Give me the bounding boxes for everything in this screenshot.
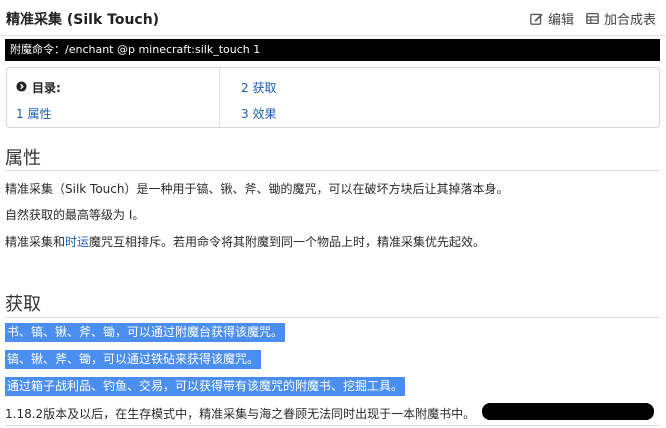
paragraph-exclusivity: 精准采集和时运魔咒互相排斥。若用命令将其附魔到同一个物品上时，精准采集优先起效。 — [5, 233, 485, 250]
paragraph-max-level: 自然获取的最高等级为 Ⅰ。 — [5, 208, 145, 222]
enchant-command-bar: 附魔命令：/enchant @p minecraft:silk_touch 1 — [5, 39, 660, 61]
edit-label: 编辑 — [547, 13, 574, 28]
page-header: 精准采集 (Silk Touch) 编辑 加合成表 — [0, 0, 666, 36]
section-heading-properties: 属性 — [5, 148, 41, 169]
edit-icon — [530, 12, 543, 25]
exclusivity-text-before: 精准采集和 — [5, 235, 66, 249]
bottom-divider — [5, 425, 660, 426]
toc-heading[interactable]: 目录: — [16, 79, 61, 96]
toc-link-properties[interactable]: 1 属性 — [16, 105, 51, 122]
toc-link-obtaining[interactable]: 2 获取 — [241, 79, 276, 96]
selected-line-loot: 通过箱子战利品、钓鱼、交易，可以获得带有该魔咒的附魔书、挖掘工具。 — [5, 377, 406, 396]
toc-link-effects[interactable]: 3 效果 — [241, 105, 276, 122]
edit-button[interactable]: 编辑 — [530, 9, 574, 28]
paragraph-version-note: 1.18.2版本及以后，在生存模式中，精准采集与海之眷顾无法同时出现于一本附魔书… — [5, 407, 476, 421]
selected-line-enchanting-table: 书、镐、锹、斧、锄，可以通过附魔台获得该魔咒。 — [5, 323, 286, 342]
paragraph-description: 精准采集（Silk Touch）是一种用于镐、锹、斧、锄的魔咒，可以在破坏方块后… — [5, 182, 509, 196]
section-heading-obtaining: 获取 — [5, 294, 41, 315]
table-of-contents: 目录: 1 属性 2 获取 3 效果 — [6, 67, 660, 128]
add-recipe-label: 加合成表 — [603, 13, 656, 28]
chevron-circle-icon — [16, 80, 27, 95]
section-divider — [5, 317, 660, 318]
toc-heading-label: 目录: — [32, 81, 61, 95]
redacted-block — [482, 403, 654, 420]
section-divider — [5, 170, 660, 171]
page: 精准采集 (Silk Touch) 编辑 加合成表 附魔命令：/enchant … — [0, 0, 666, 428]
selected-line-anvil: 镐、锹、斧、锄，可以通过铁砧来获得该魔咒。 — [5, 350, 262, 369]
add-recipe-button[interactable]: 加合成表 — [586, 9, 656, 28]
page-title: 精准采集 (Silk Touch) — [6, 12, 160, 28]
exclusivity-text-after: 魔咒互相排斥。若用命令将其附魔到同一个物品上时，精准采集优先起效。 — [89, 235, 486, 249]
toc-divider — [219, 68, 220, 127]
fortune-link[interactable]: 时运 — [65, 235, 89, 249]
table-icon — [586, 12, 599, 25]
header-actions: 编辑 加合成表 — [530, 9, 656, 28]
